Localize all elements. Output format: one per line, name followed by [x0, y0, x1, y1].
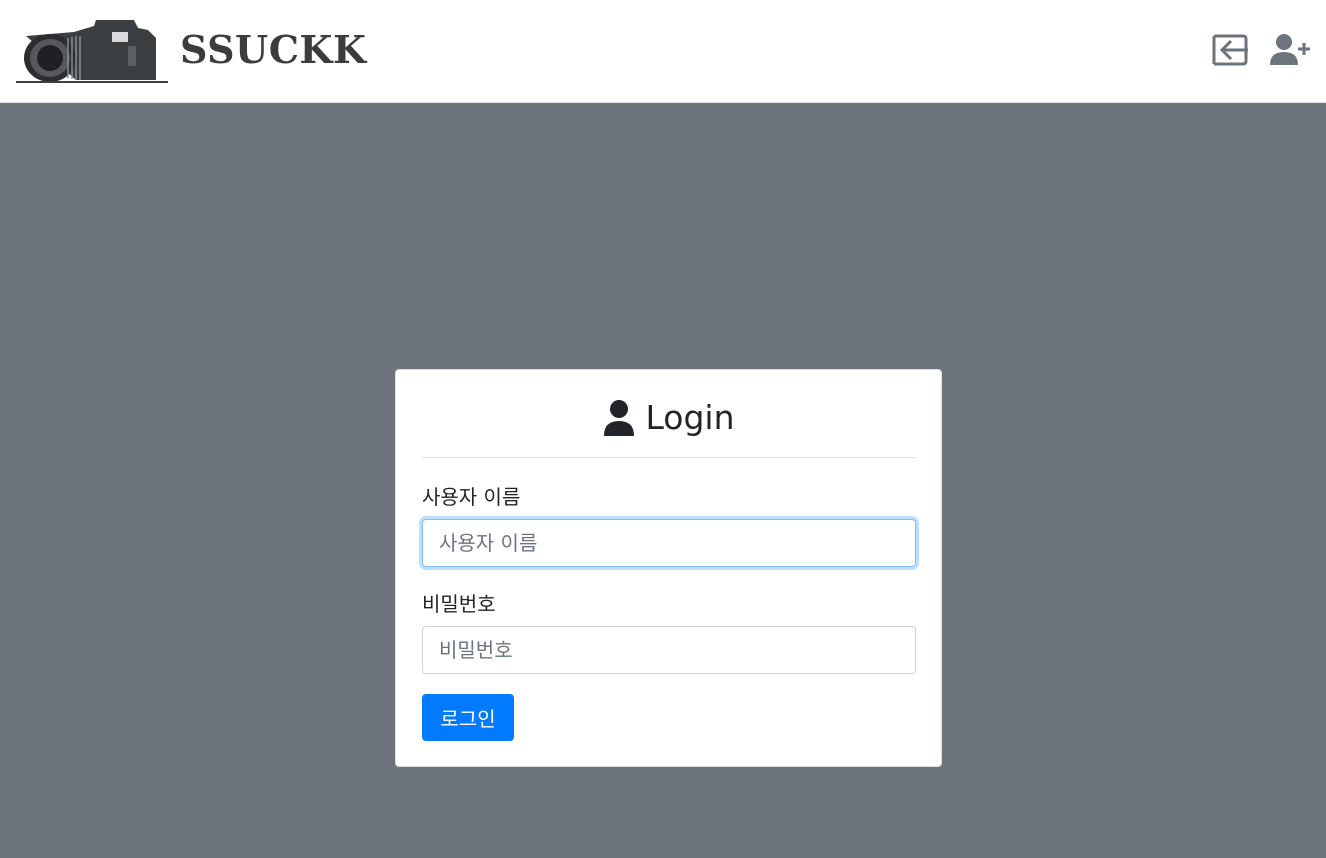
login-button[interactable]: 로그인 [422, 694, 514, 741]
user-icon [603, 399, 635, 437]
login-card: Login 사용자 이름 비밀번호 로그인 [395, 369, 942, 767]
password-input[interactable] [422, 626, 916, 674]
username-label: 사용자 이름 [422, 485, 521, 509]
card-header: Login [422, 396, 916, 458]
navbar: SSUCKK [0, 0, 1326, 103]
card-title: Login [645, 398, 735, 437]
password-label: 비밀번호 [422, 592, 496, 616]
camera-icon [16, 18, 168, 84]
user-plus-icon[interactable] [1268, 31, 1312, 69]
login-icon[interactable] [1210, 31, 1250, 69]
username-input[interactable] [422, 519, 916, 567]
brand-name: SSUCKK [180, 27, 367, 72]
